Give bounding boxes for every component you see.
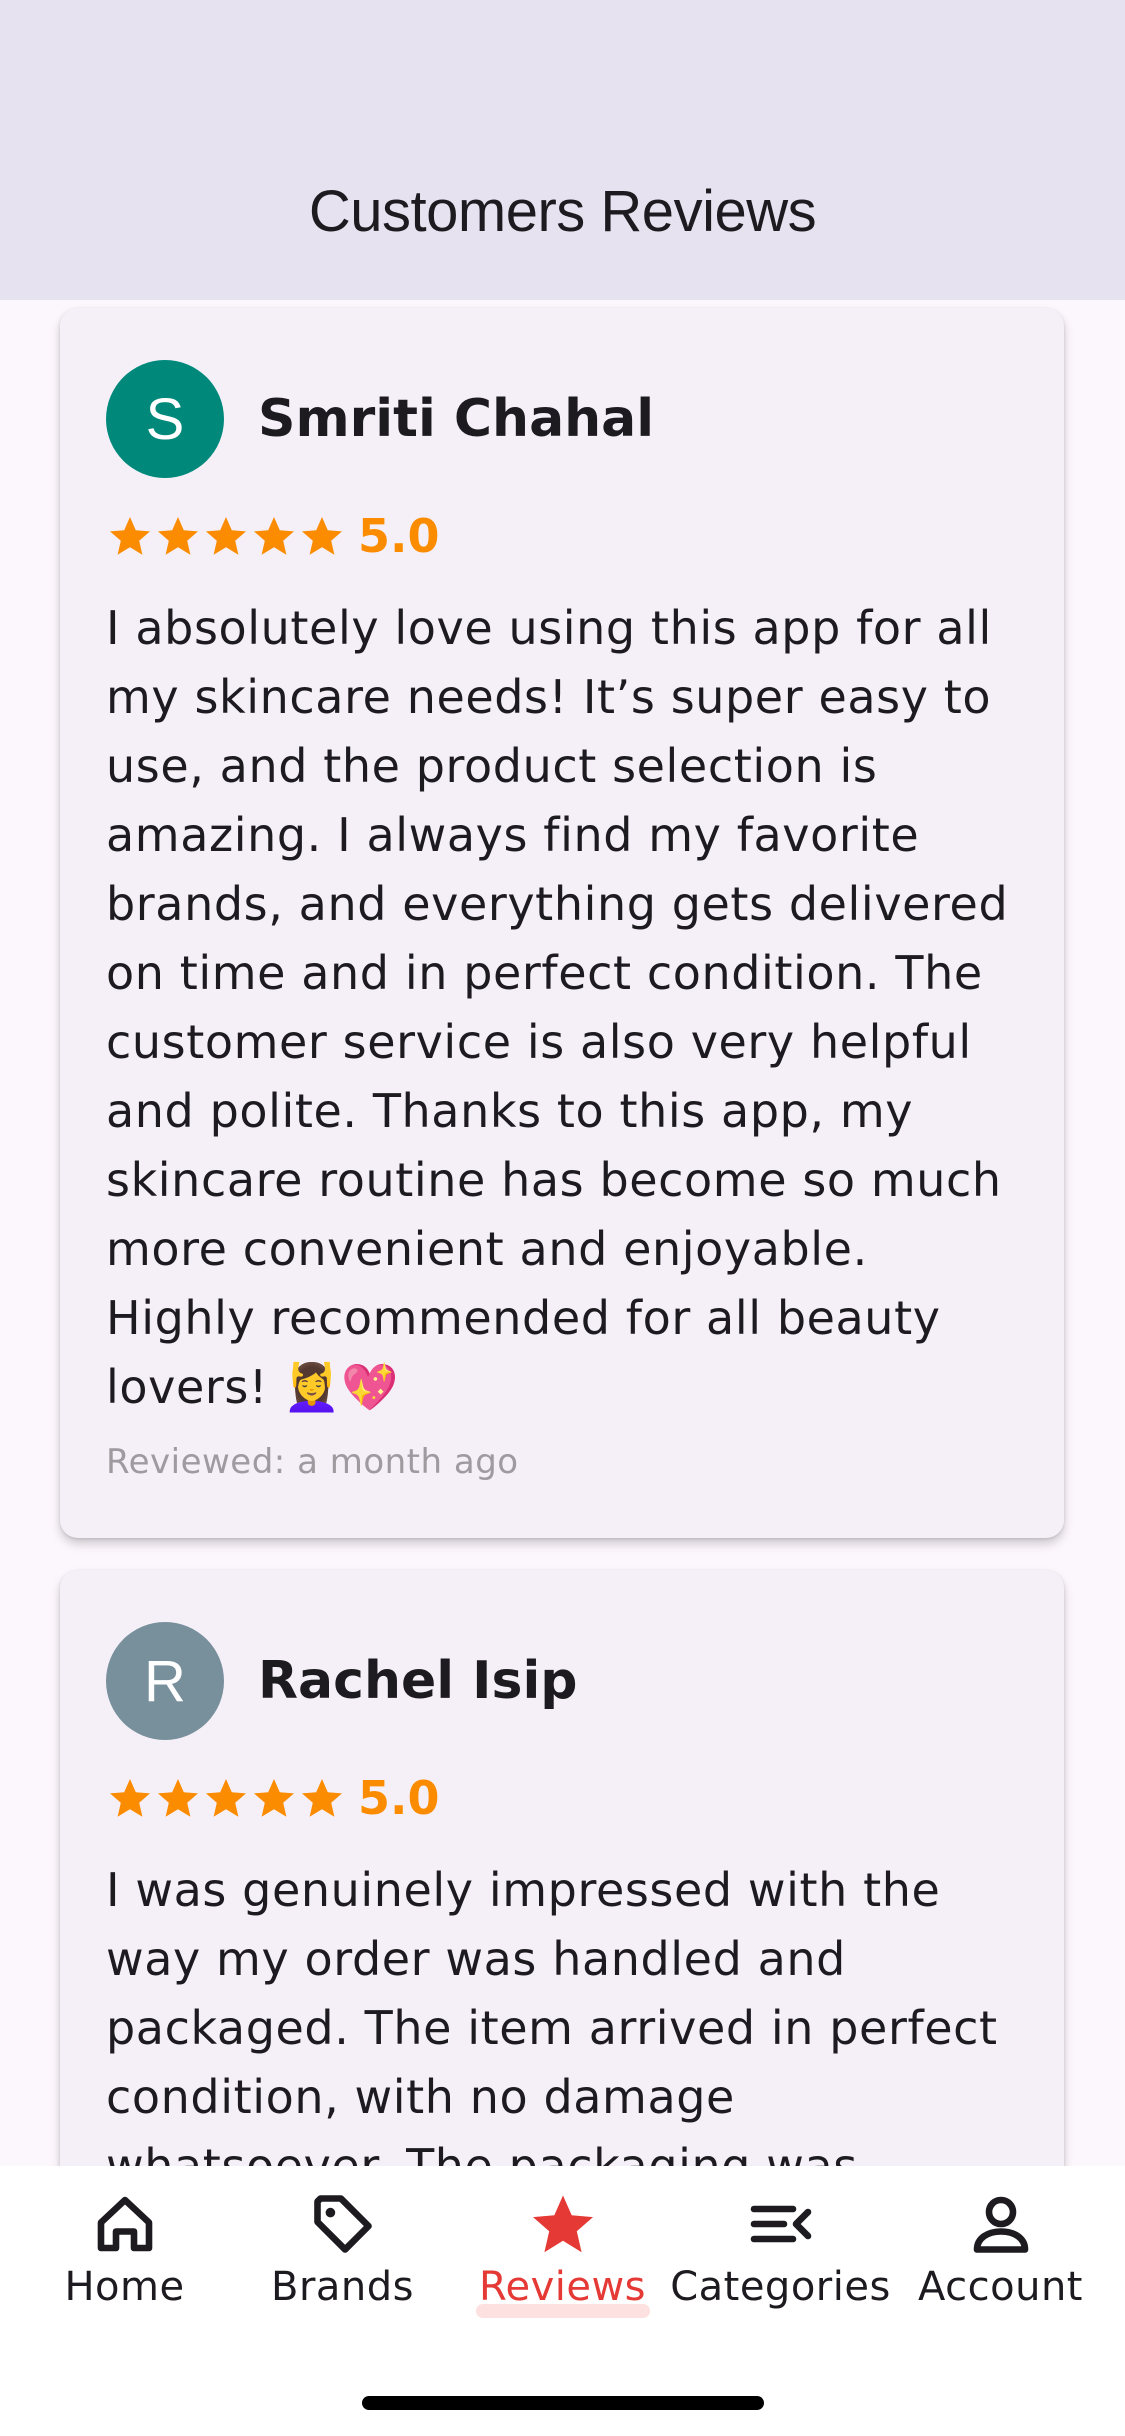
star-icon (206, 1779, 246, 1817)
rating-value: 5.0 (358, 1771, 440, 1825)
nav-home[interactable]: Home (12, 2188, 237, 2338)
rating-row: 5.0 (106, 1768, 1018, 1828)
star-icon (158, 1779, 198, 1817)
review-card: R Rachel Isip 5.0 I was genuinely impres… (60, 1570, 1064, 2166)
reviewer-name: Smriti Chahal (258, 389, 655, 449)
star-rating (106, 1774, 346, 1822)
review-text: I was genuinely impressed with the way m… (106, 1863, 998, 2166)
review-date: Reviewed: a month ago (106, 1442, 519, 1482)
rating-value: 5.0 (358, 509, 440, 563)
star-icon (532, 2195, 593, 2253)
reviewer-name: Rachel Isip (258, 1651, 578, 1711)
avatar-letter: S (145, 386, 185, 452)
review-text: I absolutely love using this app for all… (106, 601, 1009, 1414)
star-icon (254, 1779, 294, 1817)
reviewer-row: R Rachel Isip (106, 1622, 1018, 1740)
star-icon (254, 517, 294, 555)
avatar: R (106, 1622, 224, 1740)
avatar: S (106, 360, 224, 478)
home-indicator[interactable] (362, 2396, 764, 2410)
person-icon (973, 2196, 1028, 2253)
active-tab-indicator (476, 2304, 650, 2318)
nav-label: Home (64, 2264, 185, 2310)
sort-list-icon (750, 2205, 811, 2243)
avatar-letter: R (144, 1648, 186, 1714)
nav-categories[interactable]: Categories (668, 2188, 893, 2338)
tag-icon (313, 2195, 372, 2253)
reviewer-row: S Smriti Chahal (106, 360, 1018, 478)
star-icon (302, 517, 342, 555)
rating-row: 5.0 (106, 506, 1018, 566)
home-icon (97, 2196, 152, 2252)
nav-label: Account (917, 2264, 1083, 2310)
nav-account[interactable]: Account (888, 2188, 1113, 2338)
page-title: Customers Reviews (308, 179, 817, 244)
app-header: Customers Reviews (0, 0, 1125, 300)
nav-label: Brands (271, 2264, 414, 2310)
nav-label: Categories (670, 2264, 891, 2310)
nav-brands[interactable]: Brands (230, 2188, 455, 2338)
reviews-list[interactable]: S Smriti Chahal 5.0 I absolutely love us… (0, 300, 1125, 2166)
star-icon (206, 517, 246, 555)
star-icon (110, 517, 150, 555)
star-rating (106, 512, 346, 560)
review-card: S Smriti Chahal 5.0 I absolutely love us… (60, 308, 1064, 1538)
star-icon (158, 517, 198, 555)
star-icon (110, 1779, 150, 1817)
star-icon (302, 1779, 342, 1817)
